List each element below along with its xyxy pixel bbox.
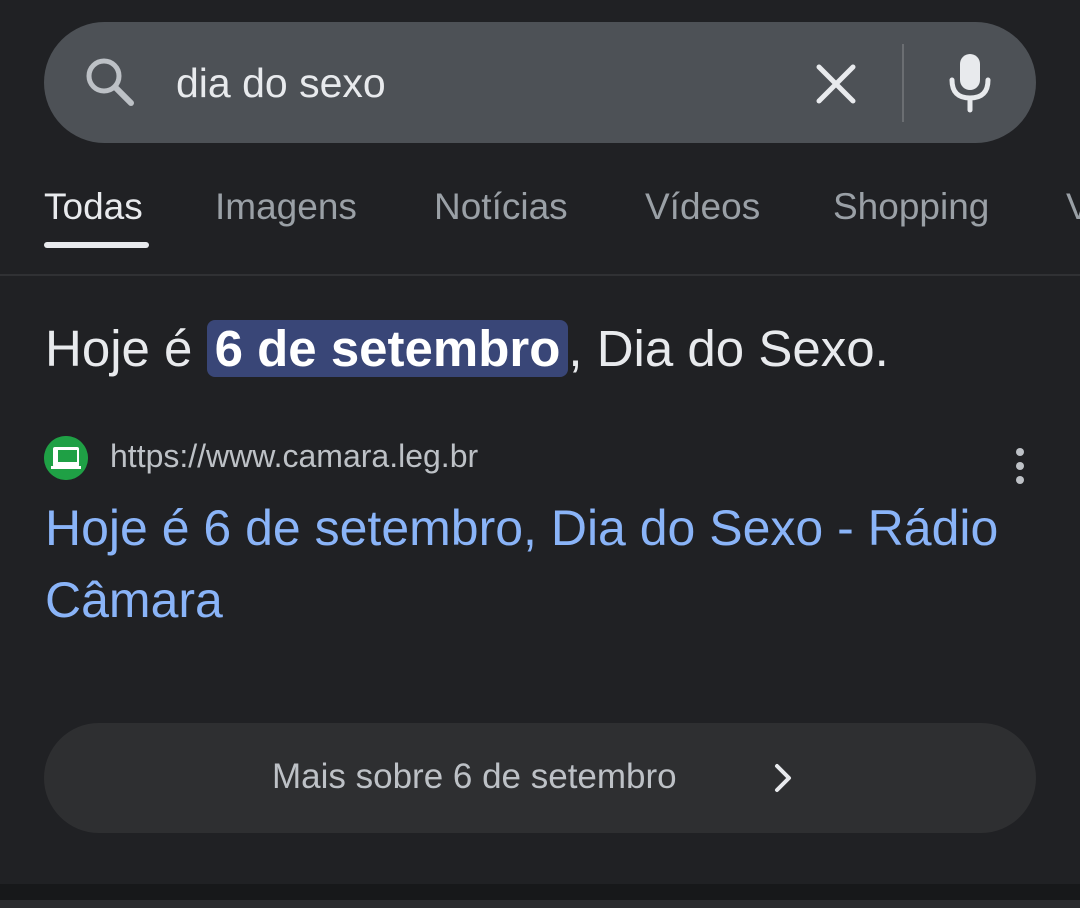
tab-overflow[interactable]: V [1066, 186, 1080, 228]
search-results-page: Todas Imagens Notícias Vídeos Shopping V… [0, 0, 1080, 908]
search-input[interactable] [176, 55, 776, 111]
search-tabs: Todas Imagens Notícias Vídeos Shopping V [0, 160, 1080, 275]
featured-answer: Hoje é 6 de setembro, Dia do Sexo. [45, 313, 889, 385]
result-url[interactable]: https://www.camara.leg.br [110, 436, 478, 476]
tab-todas[interactable]: Todas [44, 186, 143, 228]
answer-suffix: , Dia do Sexo. [568, 320, 889, 377]
searchbar-divider [902, 44, 904, 122]
result-title-link[interactable]: Hoje é 6 de setembro, Dia do Sexo - Rádi… [45, 492, 1005, 636]
bottom-edge [0, 900, 1080, 908]
active-tab-indicator [44, 242, 149, 248]
tab-videos[interactable]: Vídeos [645, 186, 760, 228]
answer-prefix: Hoje é [45, 320, 207, 377]
more-vert-icon[interactable] [1004, 444, 1036, 488]
answer-highlight: 6 de setembro [206, 320, 569, 377]
close-icon[interactable] [808, 56, 864, 112]
site-favicon-icon [44, 436, 88, 480]
more-about-label: Mais sobre 6 de setembro [272, 757, 677, 796]
favicon-glyph [44, 436, 88, 480]
microphone-icon[interactable] [944, 50, 996, 114]
tab-noticias[interactable]: Notícias [434, 186, 568, 228]
tab-shopping[interactable]: Shopping [833, 186, 989, 228]
search-icon[interactable] [80, 52, 140, 112]
tabs-divider [0, 274, 1080, 276]
tab-imagens[interactable]: Imagens [215, 186, 357, 228]
chevron-right-icon [775, 764, 791, 792]
